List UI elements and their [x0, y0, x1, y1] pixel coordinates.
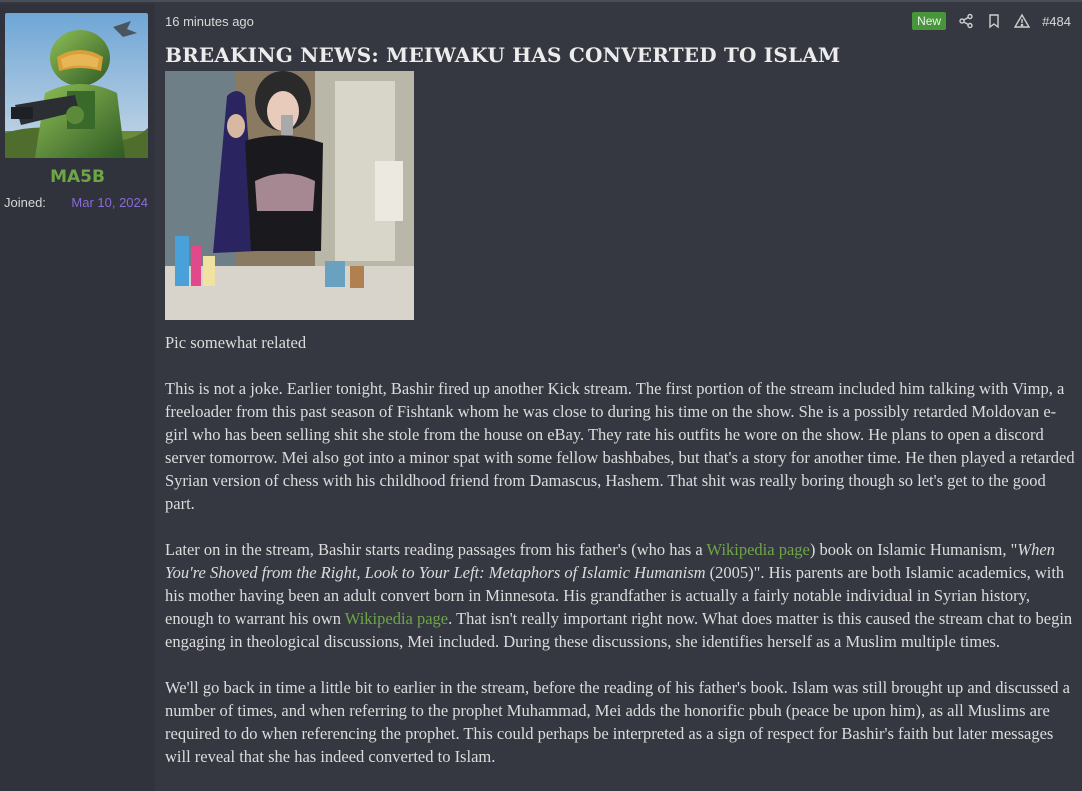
p2-text-b: ) book on Islamic Humanism, " — [809, 540, 1018, 559]
bookmark-icon[interactable] — [986, 13, 1002, 29]
wikipedia-link-father[interactable]: Wikipedia page — [707, 540, 810, 559]
post-meta: 16 minutes ago New #484 — [165, 12, 1073, 34]
paragraph-2: Later on in the stream, Bashir starts re… — [165, 538, 1075, 653]
wikipedia-link-grandfather[interactable]: Wikipedia page — [345, 609, 448, 628]
post-image[interactable] — [165, 71, 414, 320]
joined-date: Mar 10, 2024 — [71, 195, 148, 210]
post-body: Pic somewhat related This is not a joke.… — [165, 331, 1075, 791]
post-title: BREAKING NEWS: MEIWAKU HAS CONVERTED TO … — [165, 43, 841, 67]
post-timestamp[interactable]: 16 minutes ago — [165, 14, 254, 29]
new-badge: New — [912, 12, 947, 30]
joined-info: Joined: Mar 10, 2024 — [4, 195, 150, 210]
forum-post: MA5B Joined: Mar 10, 2024 16 minutes ago… — [0, 0, 1082, 791]
caption: Pic somewhat related — [165, 333, 307, 352]
avatar[interactable] — [5, 13, 148, 158]
paragraph-3: We'll go back in time a little bit to ea… — [165, 678, 1071, 766]
user-sidebar: MA5B Joined: Mar 10, 2024 — [0, 4, 155, 791]
username[interactable]: MA5B — [0, 167, 155, 187]
report-icon[interactable] — [1013, 13, 1031, 29]
paragraph-1: This is not a joke. Earlier tonight, Bas… — [165, 379, 1075, 513]
p2-text-a: Later on in the stream, Bashir starts re… — [165, 540, 707, 559]
share-icon[interactable] — [958, 13, 974, 29]
joined-label: Joined: — [4, 195, 46, 210]
post-actions: New #484 — [912, 12, 1071, 30]
post-number[interactable]: #484 — [1042, 14, 1071, 29]
